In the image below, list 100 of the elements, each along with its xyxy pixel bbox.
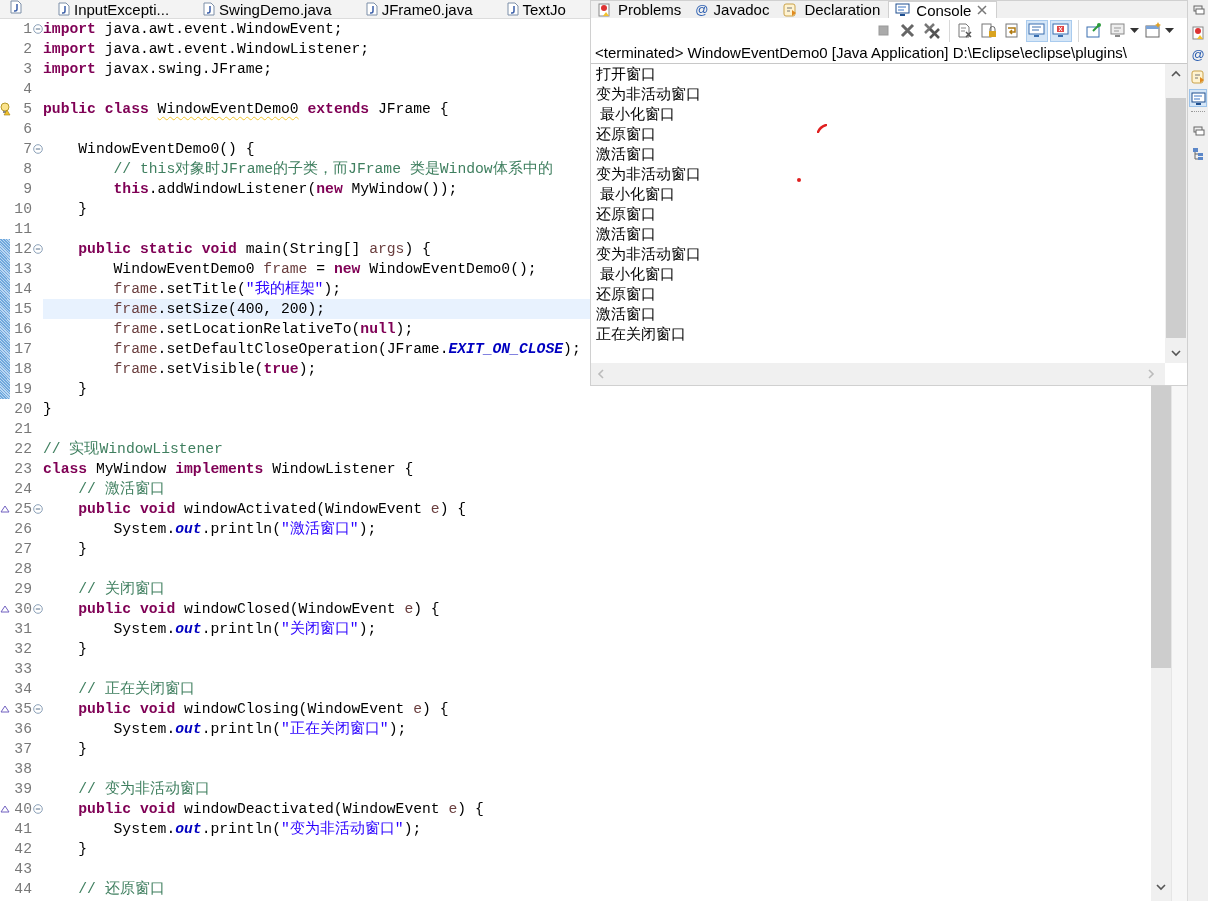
code-line: public void windowActivated(WindowEvent e) {: [77, 500, 467, 519]
code-line: WindowEventDemo0 frame = new WindowEventDemo0();: [112, 260, 537, 279]
line-number: 42: [13, 841, 32, 857]
remove-icon: [899, 22, 917, 39]
code-line: // 实现WindowListener: [43, 439, 223, 459]
remove-all-icon: [923, 22, 941, 39]
scrollbar[interactable]: [1165, 64, 1187, 363]
toolbar-button[interactable]: [1026, 19, 1048, 42]
code-line: import java.awt.event.WindowEvent;: [43, 20, 343, 39]
caret-icon: [1130, 28, 1139, 33]
line-number: 15: [13, 301, 32, 317]
console-output-line: 激活窗口: [596, 304, 656, 324]
collapse-icon[interactable]: [32, 604, 43, 614]
editor-tab[interactable]: SwingDemo.java: [203, 0, 352, 18]
line-number: 6: [22, 121, 32, 137]
line-number: 24: [13, 481, 32, 497]
line-number: 2: [22, 41, 32, 57]
code-line: // 还原窗口: [77, 879, 165, 899]
console-output-line: 最小化窗口: [599, 264, 676, 284]
line-number: 44: [13, 881, 32, 897]
code-line: // this对象时JFrame的子类，而JFrame 类是Window体系中的: [112, 159, 553, 179]
line-number: 41: [13, 821, 32, 837]
line-number: 33: [13, 661, 32, 677]
chevron-right-icon[interactable]: [1147, 368, 1155, 380]
monitor-error-icon: [1052, 22, 1070, 39]
line-number: 39: [13, 781, 32, 797]
console-output-line: 激活窗口: [596, 144, 656, 164]
close-icon[interactable]: [976, 4, 989, 16]
caret-icon: [1165, 28, 1174, 33]
line-number: 9: [22, 181, 32, 197]
console-output-line: 变为非活动窗口: [596, 244, 701, 264]
code-line: public class WindowEventDemo0 extends JFrame {: [43, 100, 449, 119]
view-tab[interactable]: Problems: [591, 1, 690, 18]
restore-icon: [1190, 2, 1206, 18]
editor-tab[interactable]: JFrame0.java: [365, 0, 493, 18]
chevron-up-icon[interactable]: [1170, 70, 1182, 78]
scroll-lock-icon: [980, 22, 998, 39]
restore-icon: [1190, 123, 1206, 139]
console-output-line: 激活窗口: [596, 224, 656, 244]
console-output-line: 正在关闭窗口: [596, 324, 686, 344]
console-output-line: 变为非活动窗口: [596, 164, 701, 184]
view-tab[interactable]: Console: [888, 1, 998, 18]
line-number: 12: [13, 241, 32, 257]
code-line: System.out.println("关闭窗口");: [112, 619, 377, 639]
scrollbar[interactable]: [591, 363, 1165, 385]
line-number: 31: [13, 621, 32, 637]
line-number: 28: [13, 561, 32, 577]
code-line: class MyWindow implements WindowListener {: [43, 460, 414, 479]
collapse-icon[interactable]: [32, 244, 43, 254]
stroke-mark: [817, 124, 827, 133]
view-tab[interactable]: @ Javadoc: [689, 1, 778, 18]
collapse-icon[interactable]: [32, 704, 43, 714]
console-output-line: 还原窗口: [596, 124, 656, 144]
declaration-icon: [1190, 68, 1206, 84]
pin-icon: [1085, 22, 1103, 39]
collapse-icon[interactable]: [32, 504, 43, 514]
scrollbar[interactable]: [1151, 386, 1171, 901]
collapse-icon[interactable]: [32, 24, 43, 34]
problems-icon: [1190, 24, 1206, 40]
line-number: 30: [13, 601, 32, 617]
code-line: import javax.swing.JFrame;: [43, 60, 273, 79]
code-line: System.out.println("变为非活动窗口");: [112, 819, 422, 839]
code-line: System.out.println("正在关闭窗口");: [112, 719, 407, 739]
editor-tab[interactable]: TextJo: [506, 0, 586, 18]
code-line: frame.setVisible(true);: [112, 360, 317, 379]
code-line: }: [77, 540, 88, 559]
code-line: WindowEventDemo0() {: [77, 140, 255, 159]
line-number: 37: [13, 741, 32, 757]
line-number: 3: [22, 61, 32, 77]
javadoc-button[interactable]: @: [1189, 45, 1207, 63]
monitor-icon: [1109, 22, 1127, 39]
line-number: 4: [22, 81, 32, 97]
code-line: // 关闭窗口: [77, 579, 165, 599]
code-line: }: [77, 380, 88, 399]
line-number: 18: [13, 361, 32, 377]
chevron-down-icon[interactable]: [1155, 883, 1167, 891]
view-tab[interactable]: Declaration: [777, 1, 889, 18]
chevron-down-icon[interactable]: [1170, 349, 1182, 357]
code-line: }: [77, 200, 88, 219]
line-number: 1: [22, 21, 32, 37]
toolbar-button[interactable]: [1050, 19, 1072, 42]
code-line: // 激活窗口: [77, 479, 165, 499]
line-number: 22: [13, 441, 32, 457]
view-button[interactable]: [1189, 23, 1207, 41]
clear-console-icon: [956, 22, 974, 39]
line-number: 29: [13, 581, 32, 597]
console-output-line: 最小化窗口: [599, 104, 676, 124]
code-line: frame.setDefaultCloseOperation(JFrame.EXIT_ON_CLOSE);: [112, 340, 581, 359]
line-number: 20: [13, 401, 32, 417]
collapse-icon[interactable]: [32, 144, 43, 154]
view-button[interactable]: [1189, 89, 1207, 107]
chevron-left-icon[interactable]: [597, 368, 605, 380]
console-output-line: 打开窗口: [596, 64, 656, 84]
line-number: 16: [13, 321, 32, 337]
collapse-icon[interactable]: [32, 804, 43, 814]
code-line: frame.setLocationRelativeTo(null);: [112, 320, 414, 339]
code-line: public static void main(String[] args) {: [77, 240, 431, 259]
new-window-icon: [1144, 22, 1162, 39]
editor-tab[interactable]: InputExcepti...: [58, 0, 190, 18]
line-number: 34: [13, 681, 32, 697]
